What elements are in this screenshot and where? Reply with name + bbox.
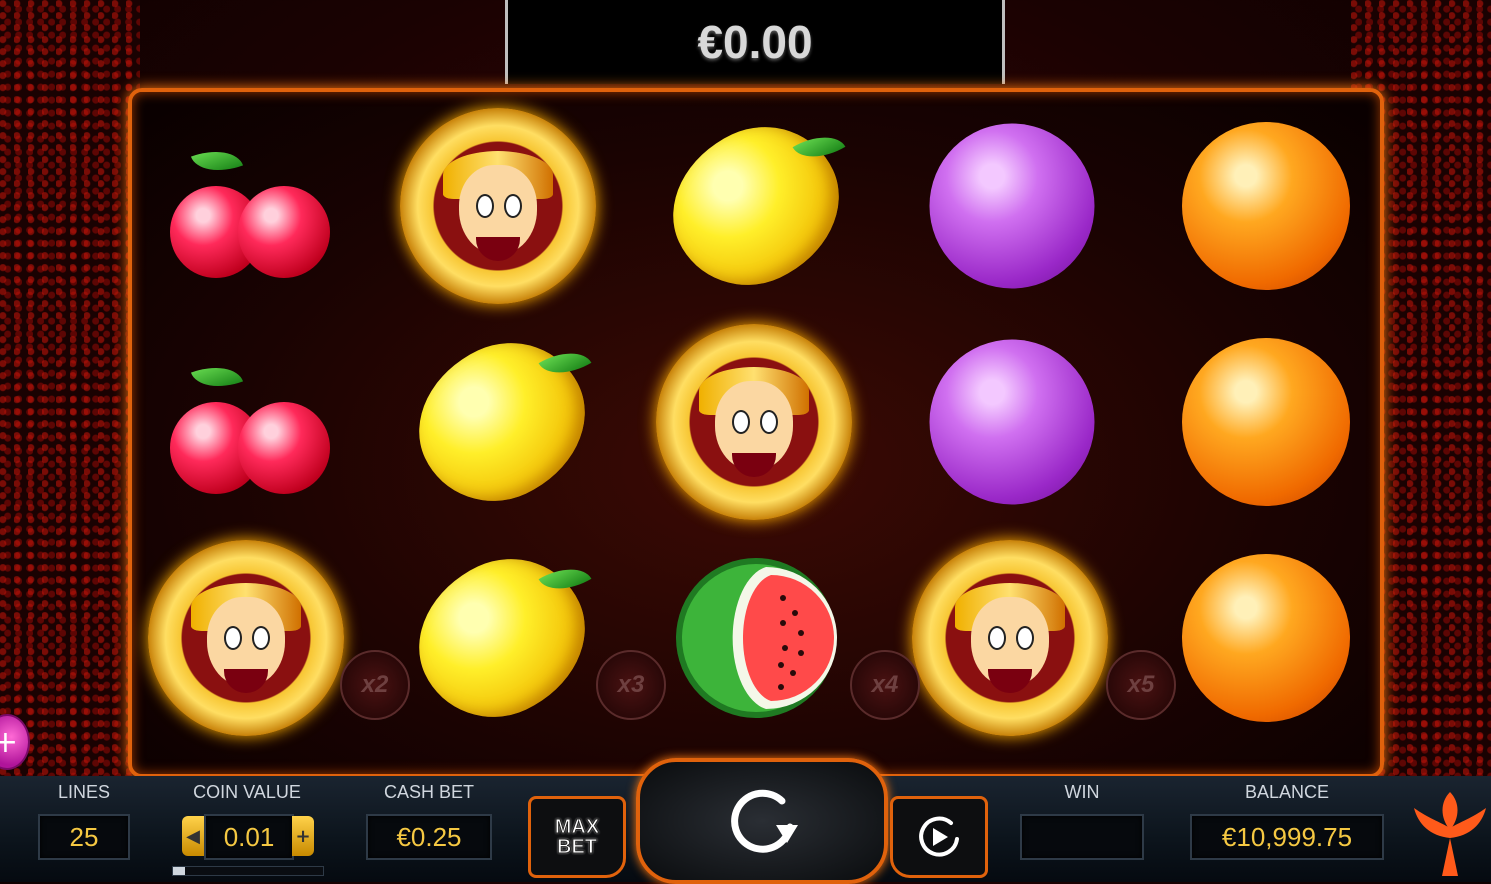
symbol-plum — [912, 322, 1112, 522]
symbol-lemon — [393, 534, 611, 742]
symbol-lemon — [647, 102, 865, 310]
brand-logo-icon — [1414, 792, 1486, 876]
cherry-leaf — [190, 140, 244, 182]
symbol-joker — [146, 538, 346, 738]
cash-bet-value: €0.25 — [366, 814, 492, 860]
watermelon-icon — [676, 558, 837, 718]
symbol-cherry — [146, 106, 346, 306]
coin-value-label: COIN VALUE — [193, 782, 301, 802]
coin-value-increase-button[interactable]: + — [292, 816, 314, 856]
cherry-right — [238, 186, 330, 278]
plum — [929, 123, 1095, 289]
lemon — [647, 102, 865, 310]
multiplier-x2: x2 — [340, 650, 410, 720]
lines-label: LINES — [57, 782, 111, 802]
spin-button[interactable] — [636, 758, 888, 884]
max-bet-label-line1: MAX — [554, 816, 600, 838]
side-menu-plus: + — [0, 724, 18, 760]
max-bet-label-line2: BET — [557, 836, 598, 858]
win-value — [1020, 814, 1144, 860]
reel-area: x2 x3 x4 x5 — [128, 88, 1384, 778]
symbol-joker — [398, 106, 598, 306]
coin-value: 0.01 — [204, 814, 294, 860]
symbol-orange — [1166, 538, 1366, 738]
coin-value-decrease-button[interactable]: ◀ — [182, 816, 204, 856]
autoplay-icon — [919, 816, 959, 857]
symbol-orange — [1166, 106, 1366, 306]
lines-value: 25 — [38, 814, 130, 860]
autoplay-button[interactable] — [890, 796, 988, 878]
top-win-amount: €0.00 — [697, 16, 813, 68]
multiplier-x4: x4 — [850, 650, 920, 720]
spin-arrow-icon — [731, 789, 798, 853]
symbol-lemon — [393, 318, 611, 526]
coin-value-slider-fill — [173, 867, 185, 875]
multiplier-x3: x3 — [596, 650, 666, 720]
max-bet-button[interactable]: MAX BET — [528, 796, 626, 878]
top-win-display: €0.00 — [505, 0, 1005, 84]
symbol-cherry — [146, 322, 346, 522]
balance-label: BALANCE — [1244, 782, 1330, 802]
symbol-plum — [912, 106, 1112, 306]
symbol-joker — [654, 322, 854, 522]
cash-bet-label: CASH BET — [383, 782, 475, 802]
symbol-orange — [1166, 322, 1366, 522]
bottom-control-panel: LINES 25 COIN VALUE ◀ 0.01 + CASH BET €0… — [0, 758, 1491, 884]
symbol-watermelon — [656, 538, 856, 738]
balance-value: €10,999.75 — [1190, 814, 1384, 860]
orange — [1182, 122, 1350, 290]
multiplier-x5: x5 — [1106, 650, 1176, 720]
symbol-joker — [910, 538, 1110, 738]
win-label: WIN — [1064, 782, 1100, 802]
joker-chip — [400, 108, 596, 304]
coin-value-slider[interactable] — [172, 866, 324, 876]
